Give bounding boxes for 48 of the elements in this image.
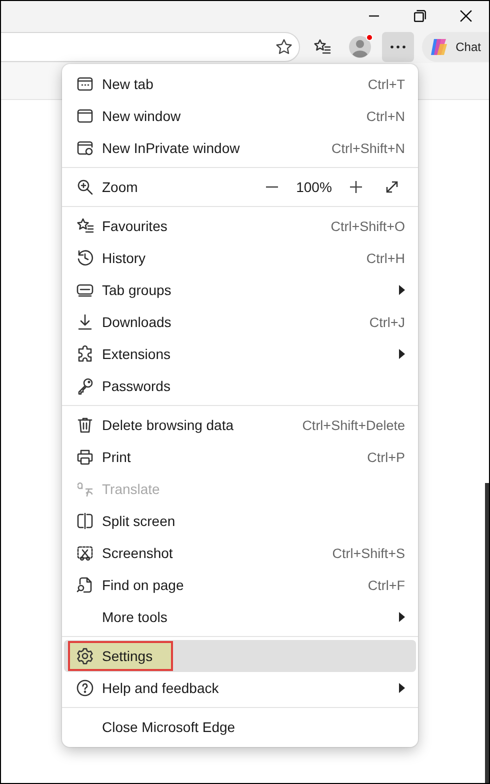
minimize-icon <box>368 15 380 17</box>
private-window-icon <box>76 139 94 157</box>
menu-item[interactable]: Help and feedback <box>64 672 416 704</box>
download-icon <box>76 313 94 331</box>
chat-button[interactable]: Chat <box>422 32 489 62</box>
minus-icon <box>266 186 278 188</box>
star-list-icon <box>76 217 94 235</box>
settings-icon <box>76 647 94 665</box>
find-page-icon <box>76 576 94 594</box>
menu-item[interactable]: Split screen <box>64 505 416 537</box>
split-screen-icon <box>76 512 94 530</box>
menu-item[interactable]: Tab groups <box>64 274 416 306</box>
help-icon <box>76 679 94 697</box>
zoom-value: 100% <box>295 179 333 195</box>
menu-item[interactable]: Delete browsing data Ctrl+Shift+Delete <box>64 409 416 441</box>
menu-item[interactable]: Find on page Ctrl+F <box>64 569 416 601</box>
history-icon <box>76 249 94 267</box>
menu-item[interactable]: Downloads Ctrl+J <box>64 306 416 338</box>
menu-item[interactable]: New tab Ctrl+T <box>64 68 416 100</box>
printer-icon <box>76 448 94 466</box>
menu-item[interactable]: Settings <box>64 640 416 672</box>
menu-item[interactable]: Favourites Ctrl+Shift+O <box>64 210 416 242</box>
avatar-icon <box>348 35 372 59</box>
menu-item[interactable]: New window Ctrl+N <box>64 100 416 132</box>
key-icon <box>76 377 94 395</box>
menu-item[interactable]: History Ctrl+H <box>64 242 416 274</box>
puzzle-icon <box>76 345 94 363</box>
menu-item[interactable]: Screenshot Ctrl+Shift+S <box>64 537 416 569</box>
zoom-label: Zoom <box>102 179 138 195</box>
zoom-in-icon <box>76 178 94 196</box>
tab-icon <box>76 75 94 93</box>
menu-item[interactable]: Close Microsoft Edge <box>64 711 416 743</box>
trash-icon <box>76 416 94 434</box>
star-icon[interactable] <box>274 38 293 56</box>
menu-item[interactable]: More tools <box>64 601 416 633</box>
close-icon <box>460 10 472 22</box>
plus-icon <box>348 179 364 195</box>
more-icon <box>390 45 406 49</box>
screenshot-icon <box>76 544 94 562</box>
restore-icon <box>414 10 426 22</box>
menu-item[interactable]: Print Ctrl+P <box>64 441 416 473</box>
window-icon <box>76 107 94 125</box>
expand-icon <box>384 179 400 195</box>
menu-item[interactable]: Passwords <box>64 370 416 402</box>
menu-item[interactable]: New InPrivate window Ctrl+Shift+N <box>64 132 416 164</box>
star-list-icon <box>312 38 331 56</box>
menu-item[interactable]: Extensions <box>64 338 416 370</box>
translate-icon <box>76 480 94 498</box>
